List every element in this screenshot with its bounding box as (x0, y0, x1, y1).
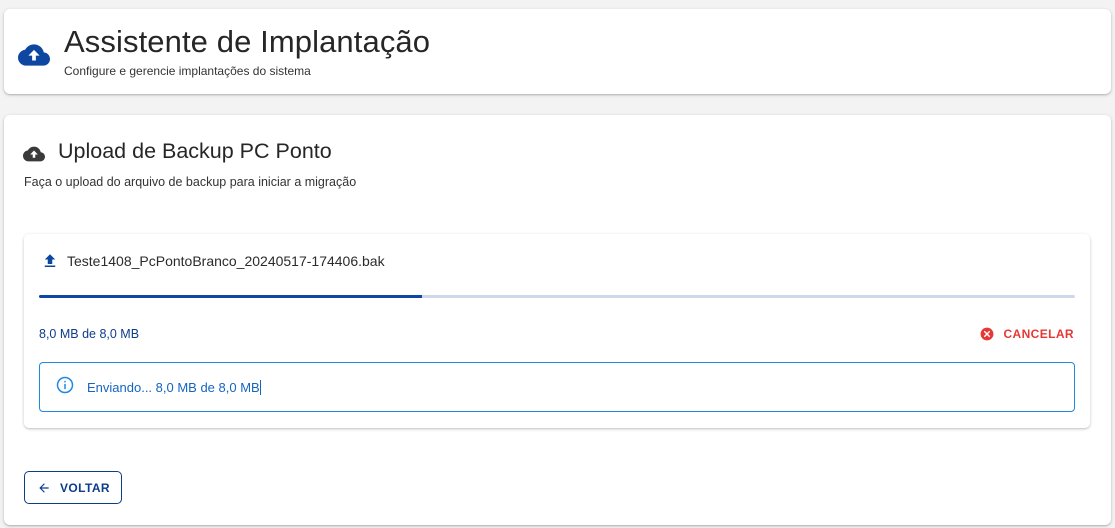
upload-status-text: Enviando... 8,0 MB de 8,0 MB (87, 380, 261, 395)
cancel-button-label: CANCELAR (1003, 327, 1074, 341)
info-icon (56, 376, 74, 394)
page-title: Assistente de Implantação (64, 24, 431, 59)
upload-progress-fill (39, 295, 423, 298)
cloud-upload-icon (18, 44, 50, 66)
back-button[interactable]: VOLTAR (24, 471, 122, 504)
upload-size-text: 8,0 MB de 8,0 MB (39, 327, 140, 341)
arrow-left-icon (39, 482, 49, 493)
cancel-button[interactable]: CANCELAR (980, 324, 1074, 344)
upload-section-card: Upload de Backup PC Ponto Faça o upload … (4, 115, 1111, 525)
upload-status-message: Enviando... 8,0 MB de 8,0 MB (87, 380, 260, 395)
upload-status-alert: Enviando... 8,0 MB de 8,0 MB (39, 362, 1075, 412)
file-name: Teste1408_PcPontoBranco_20240517-174406.… (67, 253, 385, 269)
cloud-upload-icon (23, 146, 45, 162)
upload-icon (44, 254, 56, 267)
page-header: Assistente de Implantação Configure e ge… (4, 9, 1111, 94)
page-subtitle: Configure e gerencie implantações do sis… (64, 64, 311, 78)
back-button-label: VOLTAR (60, 480, 110, 495)
cancel-circle-icon (981, 327, 994, 341)
upload-progress-card: Teste1408_PcPontoBranco_20240517-174406.… (24, 234, 1090, 428)
section-description: Faça o upload do arquivo de backup para … (24, 175, 357, 189)
section-title: Upload de Backup PC Ponto (58, 139, 332, 163)
upload-progress-bar (39, 295, 1075, 298)
text-cursor (259, 380, 261, 395)
